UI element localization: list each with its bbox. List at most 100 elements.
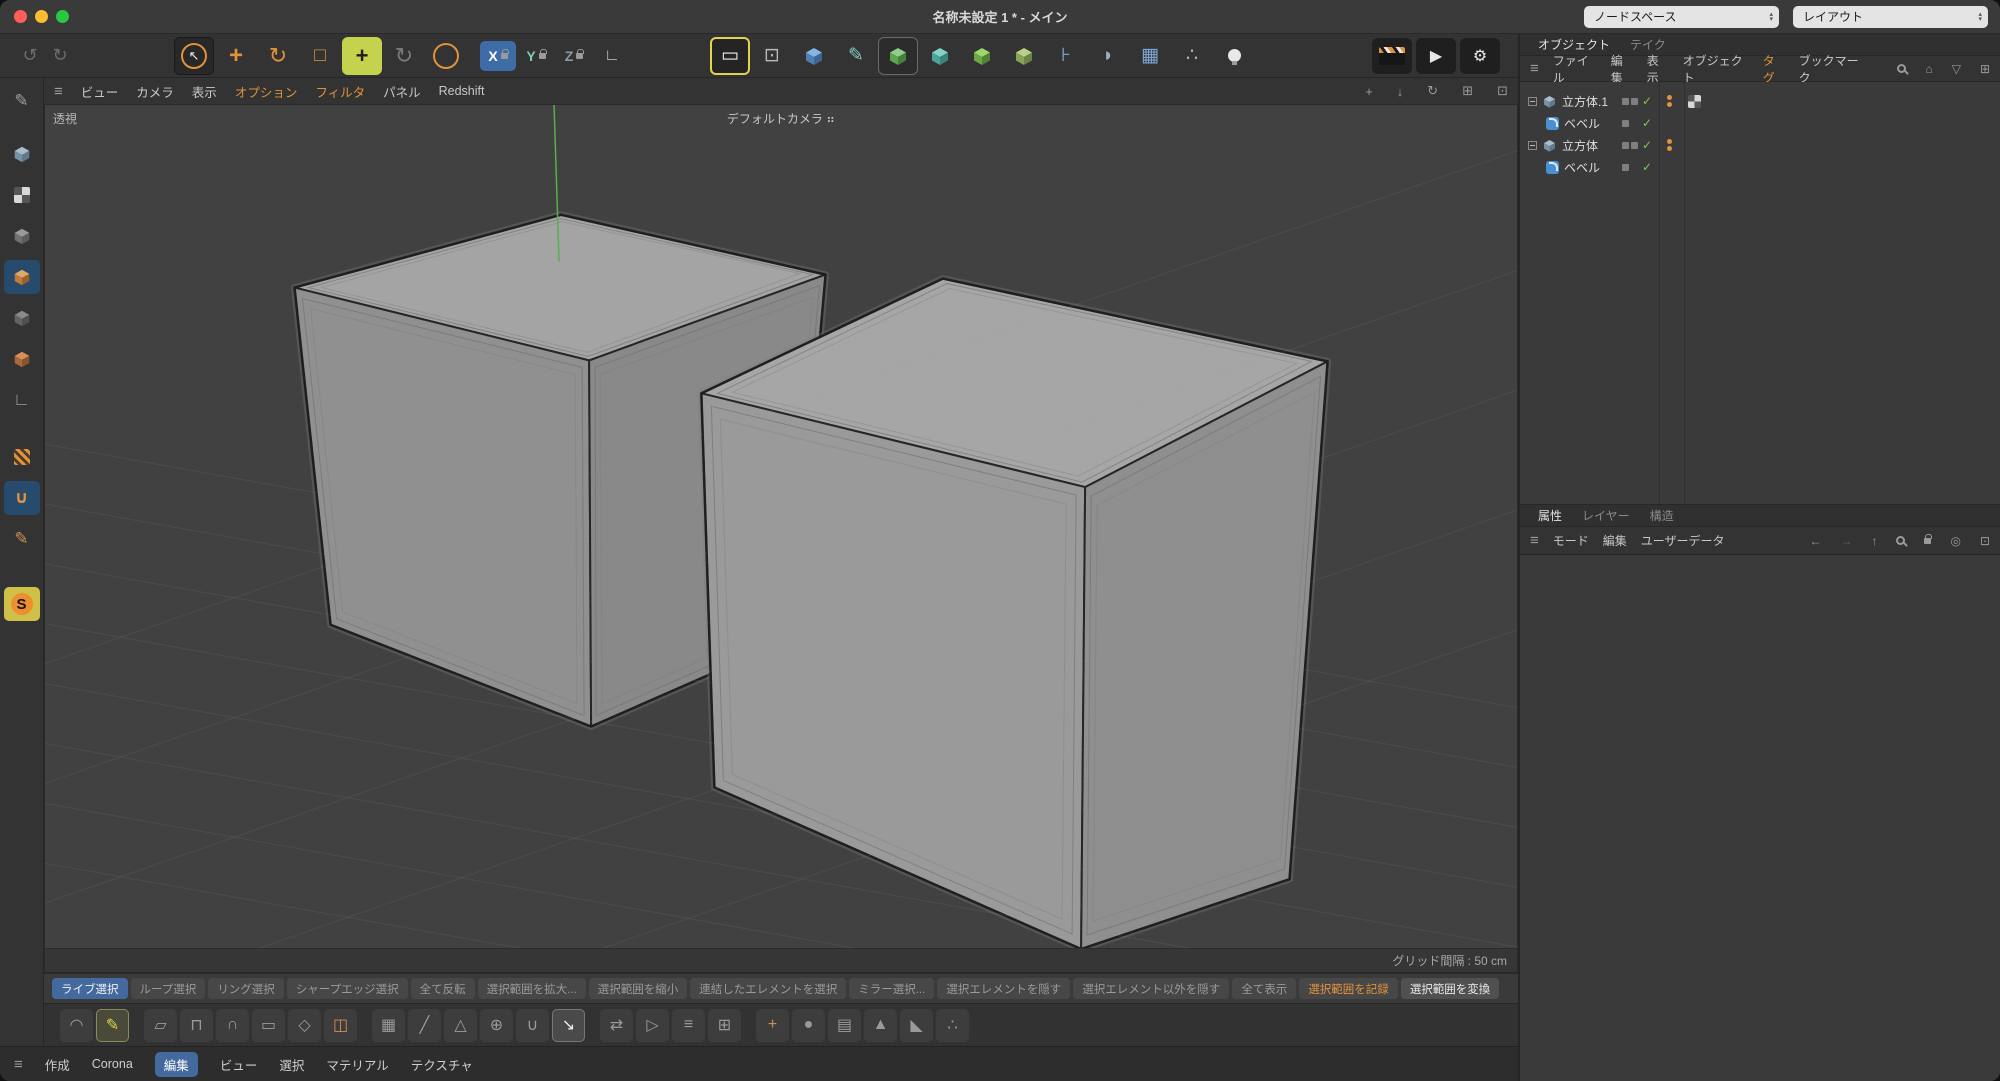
editor-render-dots-icon[interactable]: [1667, 95, 1672, 107]
spline-smooth-tool-icon[interactable]: ▱: [144, 1009, 177, 1042]
workplane-icon[interactable]: [4, 440, 40, 474]
object-name[interactable]: 立方体: [1562, 137, 1598, 154]
viewport-menu-icon[interactable]: ≡: [54, 83, 63, 100]
live-selection-tool-icon[interactable]: ↖: [174, 37, 214, 75]
rotate-view-tool-icon[interactable]: ↻: [384, 37, 424, 75]
x-axis-lock-button[interactable]: X: [480, 41, 516, 71]
coordinate-system-button[interactable]: ∟: [594, 41, 630, 71]
triangle-tool-icon[interactable]: △: [444, 1009, 477, 1042]
weld-tool-icon[interactable]: ∪: [516, 1009, 549, 1042]
camera-move-icon[interactable]: ⠶: [826, 112, 835, 126]
menu-create[interactable]: 作成: [45, 1055, 70, 1074]
magnet-tool-icon[interactable]: ∩: [216, 1009, 249, 1042]
light-object-icon[interactable]: [1214, 37, 1254, 75]
free-move-tool-icon[interactable]: +: [342, 37, 382, 75]
knife-tool-icon[interactable]: ✎: [836, 37, 876, 75]
store-selection-button[interactable]: 選択範囲を記録: [1299, 978, 1398, 999]
search-icon[interactable]: [1896, 536, 1905, 545]
hide-unselected-button[interactable]: 選択エレメント以外を隠す: [1073, 978, 1229, 999]
visibility-toggle-icon[interactable]: [1622, 120, 1629, 127]
nodespace-dropdown[interactable]: ノードスペース ▴▾: [1584, 6, 1779, 28]
visibility-toggle-icon[interactable]: [1622, 98, 1638, 105]
edge-cube-icon[interactable]: [920, 37, 960, 75]
layout-dropdown[interactable]: レイアウト ▴▾: [1793, 6, 1988, 28]
menu-redshift[interactable]: Redshift: [439, 84, 485, 98]
menu-filter[interactable]: フィルタ: [315, 82, 365, 101]
om-menu-icon[interactable]: ≡: [1530, 60, 1539, 77]
sculpt-tool-icon[interactable]: ◗: [1088, 37, 1128, 75]
bounding-box-icon[interactable]: ⊡: [752, 37, 792, 75]
render-play-icon[interactable]: ▶: [1416, 38, 1456, 74]
enabled-check-icon[interactable]: ✓: [1642, 138, 1652, 152]
menu-texture[interactable]: テクスチャ: [411, 1055, 473, 1074]
grid-view-icon[interactable]: ⊞: [1980, 62, 1990, 76]
arc-tool-icon[interactable]: ◠: [60, 1009, 93, 1042]
point-cube-icon[interactable]: [962, 37, 1002, 75]
viewport[interactable]: Y Z X 透視 デフォルトカメラ ⠶ グリッド間隔 : 50 cm: [44, 104, 1518, 973]
lines-tool-icon[interactable]: ≡: [672, 1009, 705, 1042]
loop-selection-button[interactable]: ループ選択: [131, 978, 206, 999]
om-menu-objects[interactable]: オブジェクト: [1683, 52, 1749, 86]
tree-row-cube1[interactable]: 立方体.1 ✓: [1520, 90, 2000, 112]
back-arrow-icon[interactable]: ←: [1809, 534, 1821, 548]
mirror-tool-icon[interactable]: ◇: [288, 1009, 321, 1042]
bottom-menu-icon[interactable]: ≡: [14, 1056, 23, 1073]
editor-render-dots-icon[interactable]: [1667, 139, 1672, 151]
pan-view-icon[interactable]: +: [1365, 84, 1373, 99]
sharp-edge-selection-button[interactable]: シャープエッジ選択: [287, 978, 408, 999]
redo-icon[interactable]: ↻: [46, 45, 74, 66]
plus-tool-icon[interactable]: +: [756, 1009, 789, 1042]
grid-tool-icon[interactable]: ▦: [372, 1009, 405, 1042]
unhide-all-button[interactable]: 全て表示: [1232, 978, 1296, 999]
ring-selection-button[interactable]: リング選択: [208, 978, 284, 999]
texture-tag-icon[interactable]: [1688, 95, 1701, 108]
move-tool-icon[interactable]: +: [216, 37, 256, 75]
drop-selection-tool-icon[interactable]: ↘: [552, 1009, 585, 1042]
grid-fill-tool-icon[interactable]: ⊞: [708, 1009, 741, 1042]
make-editable-icon[interactable]: ✎: [4, 84, 40, 118]
y-axis-lock-button[interactable]: Y: [518, 41, 554, 71]
sync-view-icon[interactable]: ↻: [1427, 83, 1438, 99]
menu-display[interactable]: 表示: [192, 82, 217, 101]
object-name[interactable]: ベベル: [1564, 159, 1600, 176]
frame-view-icon[interactable]: ↓: [1397, 84, 1404, 99]
am-menu-mode[interactable]: モード: [1553, 532, 1589, 549]
polygon-mode-icon[interactable]: [4, 260, 40, 294]
menu-select[interactable]: 選択: [279, 1055, 304, 1074]
last-used-tool-icon[interactable]: ·: [426, 37, 466, 75]
tree-row-bevel2[interactable]: ベベル ✓: [1520, 156, 2000, 178]
scale-tool-icon[interactable]: □: [300, 37, 340, 75]
stamp-tool-icon[interactable]: ◫: [324, 1009, 357, 1042]
iron-tool-icon[interactable]: ▭: [252, 1009, 285, 1042]
tab-layers[interactable]: レイヤー: [1574, 505, 1638, 526]
collapse-icon[interactable]: [1528, 141, 1537, 150]
up-arrow-icon[interactable]: ↑: [1871, 534, 1877, 548]
visibility-toggle-icon[interactable]: [1622, 142, 1638, 149]
am-menu-edit[interactable]: 編集: [1603, 532, 1627, 549]
om-menu-edit[interactable]: 編集: [1611, 52, 1633, 86]
menu-panel[interactable]: パネル: [383, 82, 421, 101]
object-name[interactable]: 立方体.1: [1562, 93, 1608, 110]
knife-line-tool-icon[interactable]: ╱: [408, 1009, 441, 1042]
home-icon[interactable]: ⌂: [1925, 62, 1932, 76]
axis-mode-icon[interactable]: ∟: [4, 383, 40, 417]
polygon-cube-icon[interactable]: [878, 37, 918, 75]
render-view-icon[interactable]: ▭: [710, 37, 750, 75]
menu-edit[interactable]: 編集: [155, 1052, 198, 1077]
quantize-icon[interactable]: ✎: [4, 522, 40, 556]
z-axis-lock-button[interactable]: Z: [556, 41, 592, 71]
advance-tool-icon[interactable]: ▷: [636, 1009, 669, 1042]
point-dot-tool-icon[interactable]: ●: [792, 1009, 825, 1042]
edge-mode-icon[interactable]: [4, 301, 40, 335]
cube-array-icon[interactable]: [1004, 37, 1044, 75]
am-menu-icon[interactable]: ≡: [1530, 532, 1539, 549]
swap-tool-icon[interactable]: ⇄: [600, 1009, 633, 1042]
undo-icon[interactable]: ↺: [16, 45, 44, 66]
invert-all-button[interactable]: 全て反転: [411, 978, 475, 999]
object-name[interactable]: ベベル: [1564, 115, 1600, 132]
visibility-toggle-icon[interactable]: [1622, 164, 1629, 171]
tree-row-cube2[interactable]: 立方体 ✓: [1520, 134, 2000, 156]
rows-tool-icon[interactable]: ▤: [828, 1009, 861, 1042]
tweak-tool-icon[interactable]: ⊓: [180, 1009, 213, 1042]
uv-mode-icon[interactable]: [4, 342, 40, 376]
